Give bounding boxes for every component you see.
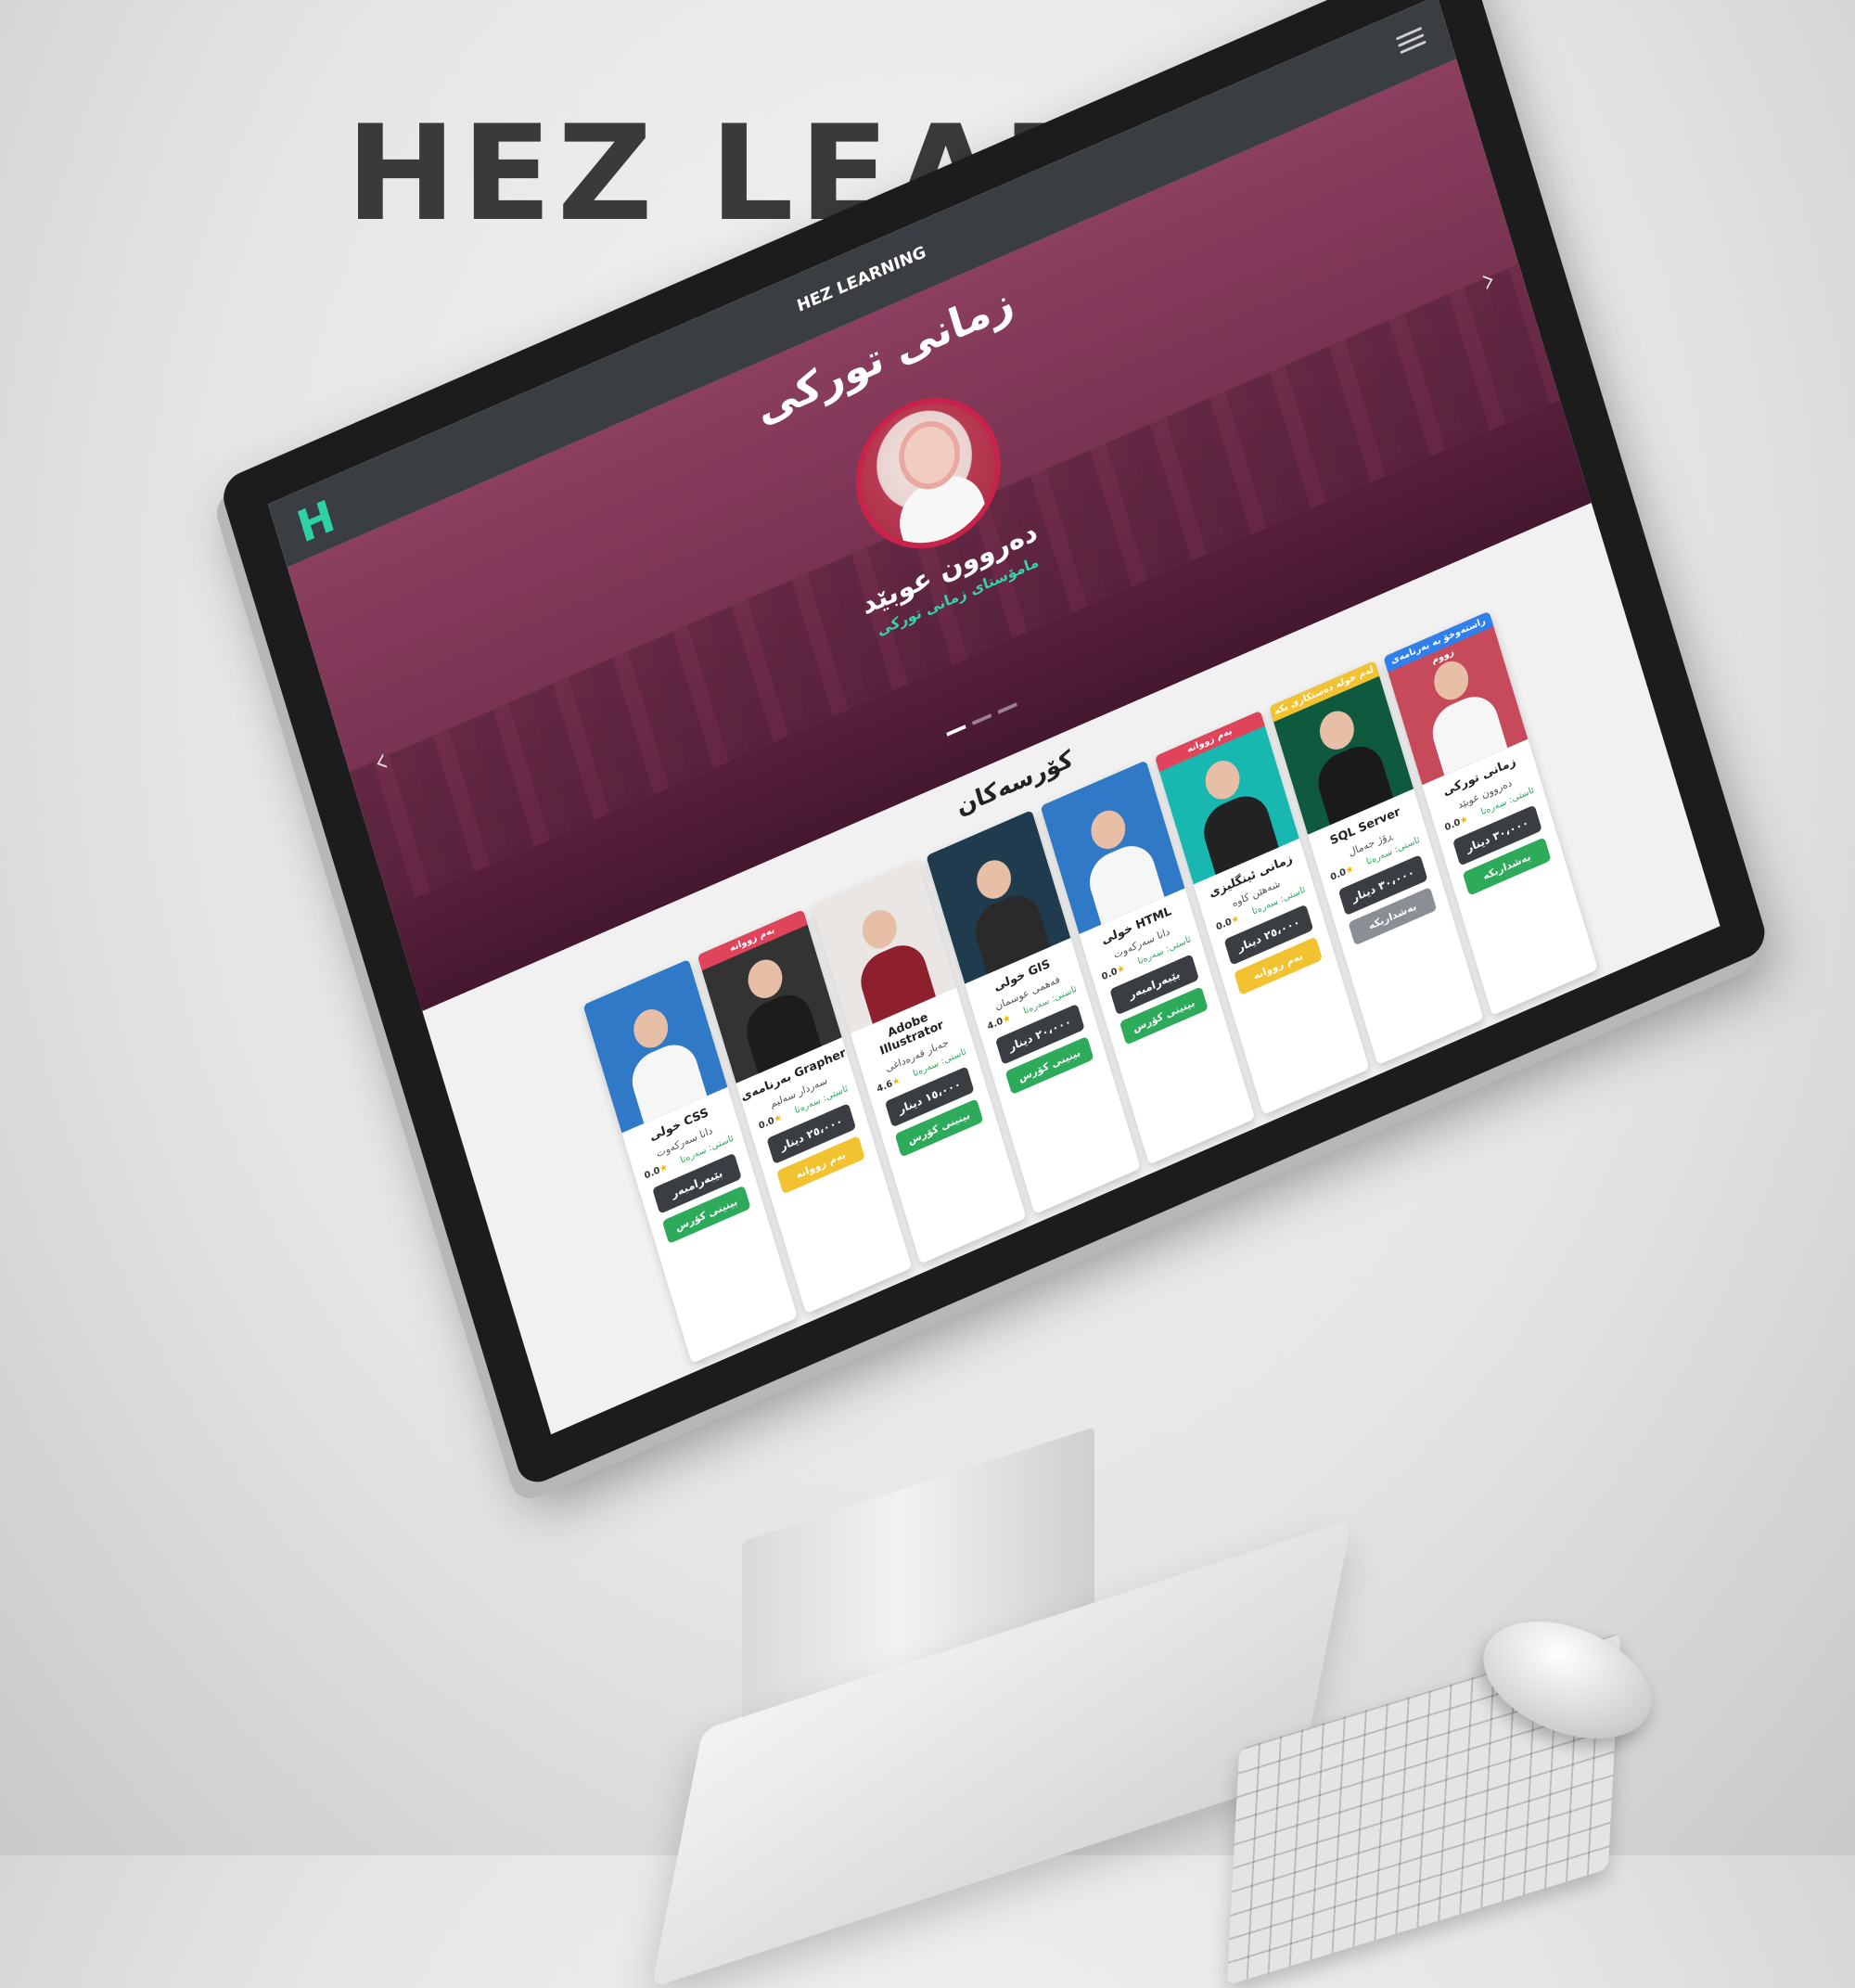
course-rating: 0.0★ bbox=[1444, 814, 1470, 834]
course-rating: 0.0★ bbox=[758, 1112, 784, 1132]
star-icon: ★ bbox=[1458, 814, 1470, 827]
star-icon: ★ bbox=[890, 1075, 902, 1089]
star-icon: ★ bbox=[1230, 913, 1241, 927]
star-icon: ★ bbox=[1115, 963, 1127, 977]
course-rating: 4.6★ bbox=[876, 1075, 902, 1095]
star-icon: ★ bbox=[773, 1112, 784, 1125]
course-rating: 0.0★ bbox=[1101, 963, 1127, 982]
course-rating: 4.0★ bbox=[986, 1013, 1012, 1032]
course-rating: 0.0★ bbox=[1329, 864, 1355, 883]
course-rating: 0.0★ bbox=[644, 1162, 670, 1182]
star-icon: ★ bbox=[658, 1161, 670, 1175]
star-icon: ★ bbox=[1344, 864, 1355, 877]
course-rating: 0.0★ bbox=[1215, 914, 1241, 933]
star-icon: ★ bbox=[1001, 1012, 1013, 1026]
